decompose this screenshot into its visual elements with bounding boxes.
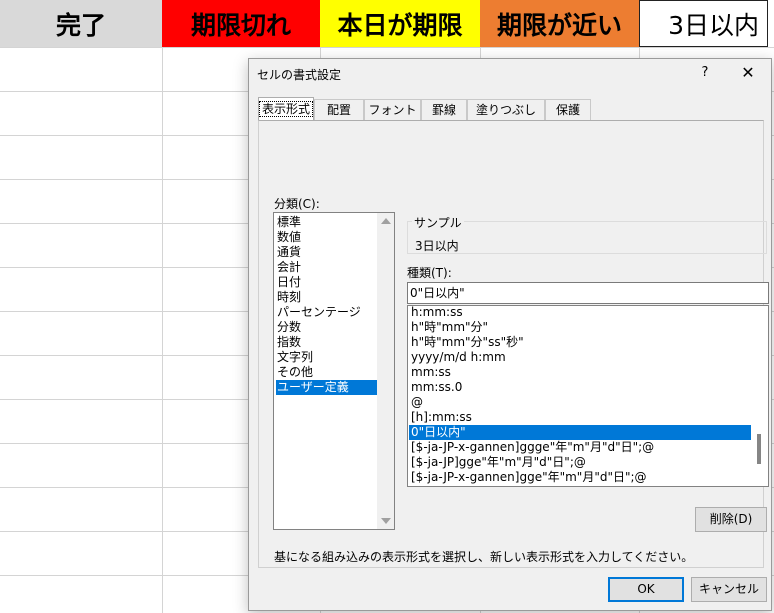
tab-panel: 分類(C): 標準 数値 通貨 会計 日付 時刻 パーセンテージ 分数 指数 文… — [258, 120, 769, 568]
tab-number[interactable]: 表示形式 — [258, 97, 314, 120]
header-cell-within-3-days[interactable]: 3日以内 — [639, 0, 768, 47]
scroll-up-icon[interactable] — [381, 218, 391, 224]
grid-line — [0, 47, 774, 48]
description-text: 基になる組み込みの表示形式を選択し、新しい表示形式を入力してください。 — [274, 550, 694, 564]
cancel-button[interactable]: キャンセル — [691, 577, 767, 602]
format-item-selected[interactable]: 0"日以内" — [409, 425, 753, 440]
format-item[interactable]: h"時"mm"分"ss"秒" — [409, 335, 753, 350]
category-item[interactable]: 数値 — [276, 230, 378, 245]
header-cell-due-soon[interactable]: 期限が近い — [480, 0, 639, 47]
category-item-selected[interactable]: ユーザー定義 — [276, 380, 378, 395]
tab-protection[interactable]: 保護 — [545, 99, 591, 120]
category-item[interactable]: その他 — [276, 365, 378, 380]
format-item[interactable]: mm:ss — [409, 365, 753, 380]
scroll-down-icon[interactable] — [381, 518, 391, 524]
category-item[interactable]: 分数 — [276, 320, 378, 335]
grid-line — [162, 47, 163, 613]
scroll-thumb[interactable] — [757, 434, 761, 464]
format-cells-dialog: セルの書式設定 ? ✕ 表示形式 配置 フォント 罫線 塗りつぶし 保護 分類(… — [248, 58, 772, 611]
format-scrollbar[interactable] — [751, 306, 768, 486]
category-item[interactable]: 標準 — [276, 215, 378, 230]
dialog-title: セルの書式設定 — [257, 68, 342, 82]
help-button[interactable]: ? — [695, 63, 715, 83]
sample-label: サンプル — [412, 214, 464, 231]
ok-button[interactable]: OK — [608, 577, 684, 602]
format-item[interactable]: yyyy/m/d h:mm — [409, 350, 753, 365]
format-item[interactable]: @ — [409, 395, 753, 410]
format-item[interactable]: [h]:mm:ss — [409, 410, 753, 425]
tab-font[interactable]: フォント — [364, 99, 421, 120]
delete-button[interactable]: 削除(D) — [695, 507, 767, 532]
category-item[interactable]: 時刻 — [276, 290, 378, 305]
close-button[interactable]: ✕ — [735, 61, 761, 85]
sample-value: 3日以内 — [415, 239, 459, 253]
header-cell-overdue[interactable]: 期限切れ — [162, 0, 320, 47]
category-label: 分類(C): — [274, 197, 320, 211]
type-input[interactable]: 0"日以内" — [407, 282, 769, 304]
format-item[interactable]: [$-ja-JP-x-gannen]ggge"年"m"月"d"日";@ — [409, 440, 753, 455]
tab-label: 表示形式 — [259, 101, 314, 117]
tab-border[interactable]: 罫線 — [421, 99, 467, 120]
category-item[interactable]: 通貨 — [276, 245, 378, 260]
category-item[interactable]: 日付 — [276, 275, 378, 290]
tab-fill[interactable]: 塗りつぶし — [467, 99, 545, 120]
category-item[interactable]: 会計 — [276, 260, 378, 275]
format-list[interactable]: h:mm:ss h"時"mm"分" h"時"mm"分"ss"秒" yyyy/m/… — [407, 305, 769, 487]
type-label: 種類(T): — [407, 266, 452, 280]
format-item[interactable]: mm:ss.0 — [409, 380, 753, 395]
format-item[interactable]: h:mm:ss — [409, 306, 753, 320]
category-scrollbar[interactable] — [377, 213, 394, 529]
format-item[interactable]: h"時"mm"分" — [409, 320, 753, 335]
format-item[interactable]: [$-ja-JP-x-gannen]gge"年"m"月"d"日";@ — [409, 470, 753, 485]
tab-alignment[interactable]: 配置 — [314, 99, 364, 120]
header-cell-complete[interactable]: 完了 — [0, 0, 162, 47]
category-item[interactable]: パーセンテージ — [276, 305, 378, 320]
category-item[interactable]: 文字列 — [276, 350, 378, 365]
header-cell-due-today[interactable]: 本日が期限 — [320, 0, 480, 47]
category-list[interactable]: 標準 数値 通貨 会計 日付 時刻 パーセンテージ 分数 指数 文字列 その他 … — [273, 212, 395, 530]
format-item[interactable]: [$-ja-JP]gge"年"m"月"d"日";@ — [409, 455, 753, 470]
category-item[interactable]: 指数 — [276, 335, 378, 350]
